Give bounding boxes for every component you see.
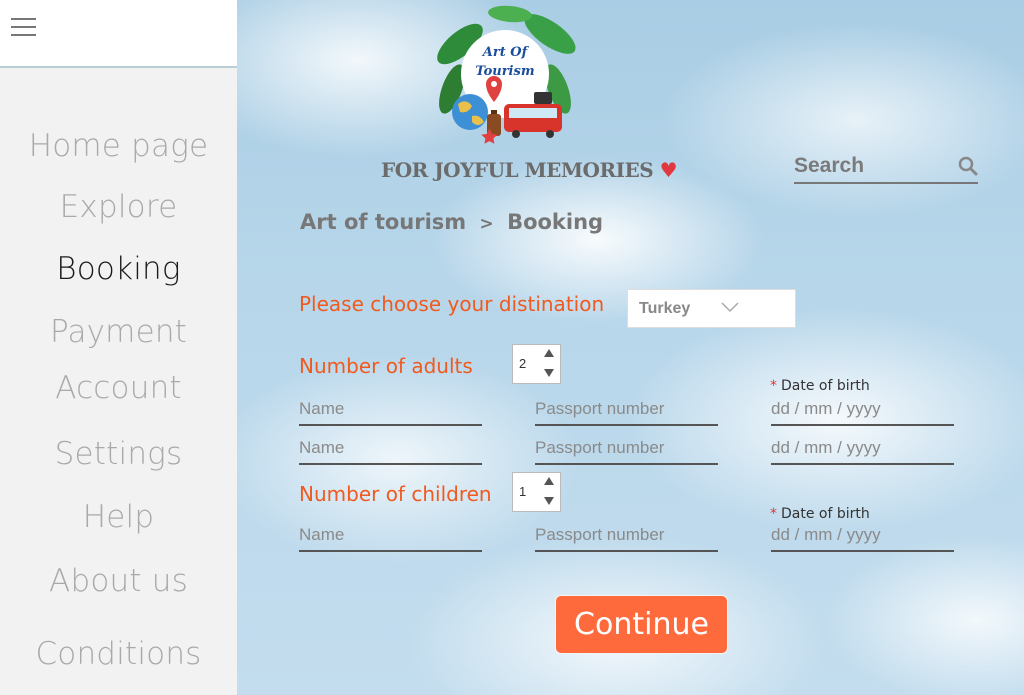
date-placeholder: dd / mm / yyyy: [771, 399, 881, 418]
tagline: FOR JOYFUL MEMORIES ♥: [381, 158, 678, 182]
breadcrumb: Art of tourism > Booking: [300, 210, 603, 234]
date-placeholder: dd / mm / yyyy: [771, 438, 881, 457]
destination-value: Turkey: [639, 300, 691, 317]
adults-stepper[interactable]: 2: [512, 344, 561, 384]
destination-label: Please choose your distination: [299, 292, 605, 316]
adult-2-dob-field[interactable]: dd / mm / yyyy: [771, 435, 954, 465]
sidebar-item-payment[interactable]: Payment: [0, 314, 237, 350]
logo-text-line2: Tourism: [475, 64, 534, 79]
continue-button[interactable]: Continue: [555, 595, 728, 654]
name-placeholder: Name: [299, 525, 345, 544]
sidebar: Home page Explore Booking Payment Accoun…: [0, 0, 237, 695]
sidebar-item-settings[interactable]: Settings: [0, 436, 237, 472]
adult-1-name-field[interactable]: Name: [299, 396, 482, 426]
main-content: Art Of Tourism FOR JOYFUL MEMORIES ♥ Sea…: [237, 0, 1024, 695]
decrement-icon[interactable]: [544, 369, 554, 377]
child-dob-label: * Date of birth: [770, 506, 870, 522]
sidebar-item-home[interactable]: Home page: [0, 128, 237, 164]
heart-icon: ♥: [659, 158, 678, 182]
search-icon[interactable]: [958, 156, 978, 176]
adult-1-dob-field[interactable]: dd / mm / yyyy: [771, 396, 954, 426]
sidebar-item-booking[interactable]: Booking: [0, 251, 237, 287]
children-value: 1: [519, 484, 527, 499]
sidebar-header: [0, 0, 237, 68]
adult-dob-label: * Date of birth: [770, 378, 870, 394]
destination-select[interactable]: Turkey: [627, 289, 796, 328]
decrement-icon[interactable]: [544, 497, 554, 505]
child-1-passport-field[interactable]: Passport number: [535, 522, 718, 552]
logo-text-line1: Art Of: [481, 45, 530, 60]
required-mark: *: [770, 378, 777, 394]
sidebar-item-help[interactable]: Help: [0, 499, 237, 535]
chevron-down-icon: [721, 302, 739, 313]
child-1-name-field[interactable]: Name: [299, 522, 482, 552]
search-input[interactable]: Search: [794, 152, 978, 184]
sidebar-item-about[interactable]: About us: [0, 563, 237, 599]
breadcrumb-current: Booking: [507, 210, 604, 234]
name-placeholder: Name: [299, 399, 345, 418]
name-placeholder: Name: [299, 438, 345, 457]
logo: Art Of Tourism: [430, 4, 580, 159]
child-1-dob-field[interactable]: dd / mm / yyyy: [771, 522, 954, 552]
required-mark: *: [770, 506, 777, 522]
adults-value: 2: [519, 356, 527, 371]
adult-2-name-field[interactable]: Name: [299, 435, 482, 465]
adult-1-passport-field[interactable]: Passport number: [535, 396, 718, 426]
increment-icon[interactable]: [544, 477, 554, 485]
adults-label: Number of adults: [299, 354, 473, 378]
passport-placeholder: Passport number: [535, 399, 665, 418]
children-stepper[interactable]: 1: [512, 472, 561, 512]
search-placeholder: Search: [794, 154, 865, 177]
passport-placeholder: Passport number: [535, 438, 665, 457]
breadcrumb-separator: >: [479, 214, 494, 234]
menu-icon[interactable]: [11, 18, 36, 36]
breadcrumb-root[interactable]: Art of tourism: [300, 210, 466, 234]
passport-placeholder: Passport number: [535, 525, 665, 544]
adult-2-passport-field[interactable]: Passport number: [535, 435, 718, 465]
sidebar-item-conditions[interactable]: Conditions: [0, 636, 237, 672]
date-placeholder: dd / mm / yyyy: [771, 525, 881, 544]
increment-icon[interactable]: [544, 349, 554, 357]
sidebar-item-account[interactable]: Account: [0, 370, 237, 406]
sidebar-item-explore[interactable]: Explore: [0, 189, 237, 225]
children-label: Number of children: [299, 482, 492, 506]
